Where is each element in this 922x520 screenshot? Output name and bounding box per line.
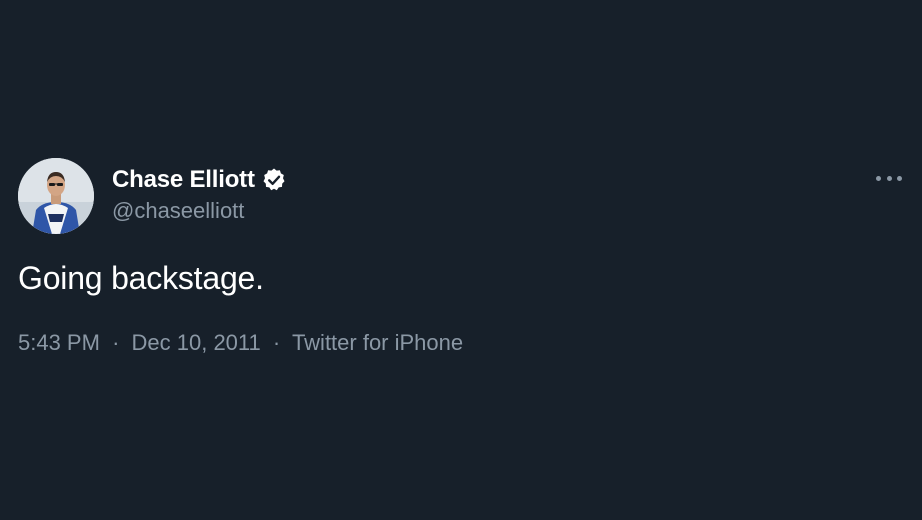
verified-badge-icon bbox=[261, 167, 287, 193]
more-dot bbox=[897, 175, 902, 181]
meta-separator: · bbox=[112, 330, 120, 355]
tweet-card: Chase Elliott @chaseelliott Going backst… bbox=[0, 0, 922, 520]
author-name-row: Chase Elliott bbox=[112, 164, 287, 196]
more-dot bbox=[876, 175, 881, 181]
meta-separator: · bbox=[272, 330, 281, 355]
avatar-image bbox=[18, 158, 94, 234]
more-options-icon[interactable] bbox=[876, 170, 902, 186]
tweet-source[interactable]: Twitter for iPhone bbox=[292, 330, 463, 355]
tweet-date[interactable]: Dec 10, 2011 bbox=[132, 330, 261, 355]
author-handle[interactable]: @chaseelliott bbox=[112, 198, 244, 224]
author-display-name[interactable]: Chase Elliott bbox=[112, 166, 255, 194]
tweet-time[interactable]: 5:43 PM bbox=[18, 330, 100, 355]
more-dot bbox=[886, 175, 892, 181]
tweet-meta: 5:43 PM · Dec 10, 2011 · Twitter for iPh… bbox=[18, 330, 463, 356]
avatar[interactable] bbox=[18, 158, 94, 234]
tweet-text: Going backstage. bbox=[18, 260, 264, 296]
